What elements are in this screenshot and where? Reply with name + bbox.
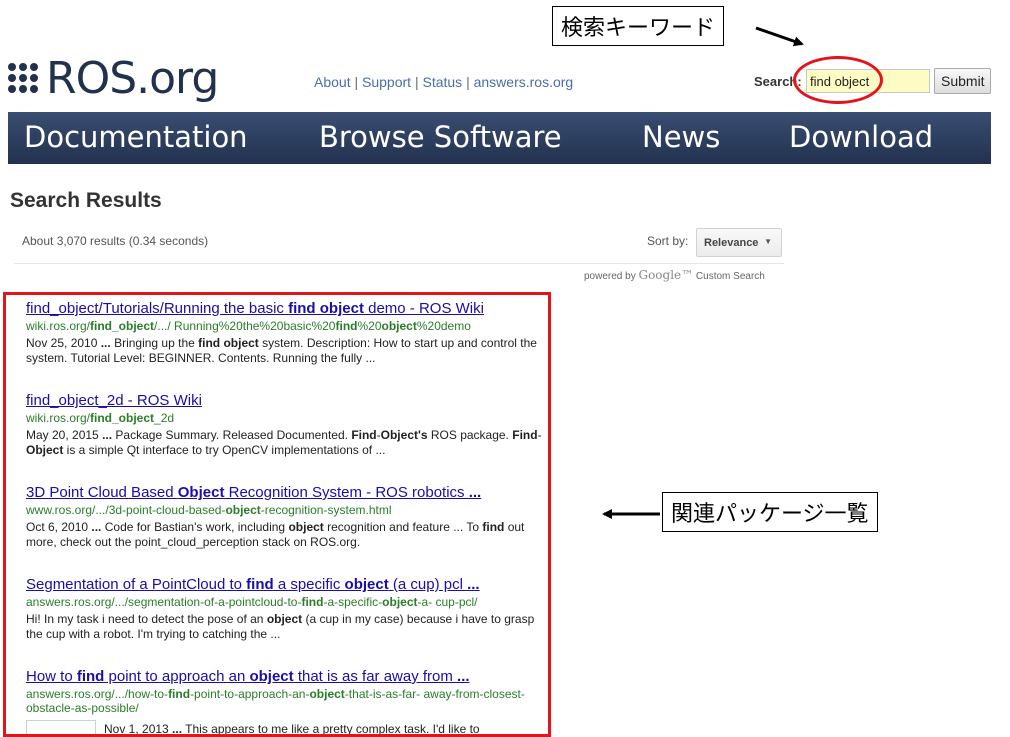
keyword-arrow-icon xyxy=(755,26,804,47)
annotation-arrows xyxy=(602,26,804,519)
